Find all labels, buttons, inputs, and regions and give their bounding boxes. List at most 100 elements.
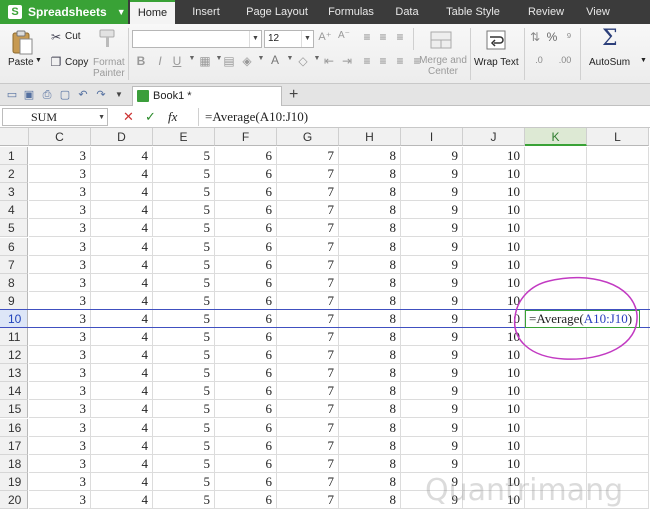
row-header-13[interactable]: 13 xyxy=(0,364,28,383)
chevron-down-icon[interactable]: ▼ xyxy=(185,55,199,62)
cell-g17[interactable]: 7 xyxy=(277,436,339,455)
cell-e11[interactable]: 5 xyxy=(153,328,215,347)
cell-l20[interactable] xyxy=(587,490,649,509)
cell-h11[interactable]: 8 xyxy=(339,328,401,347)
cut-button[interactable]: Cut xyxy=(65,31,81,42)
cell-d18[interactable]: 4 xyxy=(91,454,153,473)
cell-j19[interactable]: 10 xyxy=(463,472,525,491)
cell-j9[interactable]: 10 xyxy=(463,291,525,310)
cell-h12[interactable]: 8 xyxy=(339,346,401,365)
cell-c6[interactable]: 3 xyxy=(29,237,91,256)
underline-button[interactable]: U xyxy=(170,54,184,68)
tab-formulas[interactable]: Formulas xyxy=(317,0,385,24)
format-painter-button[interactable] xyxy=(98,29,116,49)
cell-h6[interactable]: 8 xyxy=(339,237,401,256)
column-header-f[interactable]: F xyxy=(215,128,277,146)
cell-i10[interactable]: 9 xyxy=(401,309,463,328)
wrap-text-button[interactable] xyxy=(486,30,506,50)
bold-button[interactable]: B xyxy=(134,54,148,68)
column-header-c[interactable]: C xyxy=(29,128,91,146)
currency-icon[interactable]: ⇅ xyxy=(528,30,542,44)
cell-c18[interactable]: 3 xyxy=(29,454,91,473)
cell-l7[interactable] xyxy=(587,255,649,274)
cell-h19[interactable]: 8 xyxy=(339,472,401,491)
row-header-17[interactable]: 17 xyxy=(0,436,28,455)
cell-f10[interactable]: 6 xyxy=(215,309,277,328)
cell-g7[interactable]: 7 xyxy=(277,255,339,274)
cell-i18[interactable]: 9 xyxy=(401,454,463,473)
cell-l3[interactable] xyxy=(587,183,649,202)
cell-h15[interactable]: 8 xyxy=(339,400,401,419)
cell-j5[interactable]: 10 xyxy=(463,219,525,238)
cell-c19[interactable]: 3 xyxy=(29,472,91,491)
cell-f18[interactable]: 6 xyxy=(215,454,277,473)
copy-button[interactable]: Copy xyxy=(65,57,88,68)
cell-c10[interactable]: 3 xyxy=(29,309,91,328)
confirm-formula-button[interactable]: ✓ xyxy=(145,109,156,125)
cell-f8[interactable]: 6 xyxy=(215,273,277,292)
cell-e5[interactable]: 5 xyxy=(153,219,215,238)
cell-k8[interactable] xyxy=(525,273,587,292)
row-header-14[interactable]: 14 xyxy=(0,382,28,401)
shrink-font-icon[interactable]: A⁻ xyxy=(337,30,351,41)
column-header-k[interactable]: K xyxy=(525,128,587,146)
cell-g6[interactable]: 7 xyxy=(277,237,339,256)
cell-h14[interactable]: 8 xyxy=(339,382,401,401)
cell-l17[interactable] xyxy=(587,436,649,455)
cell-k9[interactable] xyxy=(525,291,587,310)
column-header-d[interactable]: D xyxy=(91,128,153,146)
column-header-g[interactable]: G xyxy=(277,128,339,146)
cell-c20[interactable]: 3 xyxy=(29,490,91,509)
cell-k20[interactable] xyxy=(525,490,587,509)
row-header-10[interactable]: 10 xyxy=(0,309,28,328)
cell-d10[interactable]: 4 xyxy=(91,309,153,328)
cell-d11[interactable]: 4 xyxy=(91,328,153,347)
cell-i14[interactable]: 9 xyxy=(401,382,463,401)
fill-color-icon[interactable]: ◈ xyxy=(240,54,254,68)
cell-h9[interactable]: 8 xyxy=(339,291,401,310)
row-header-19[interactable]: 19 xyxy=(0,472,28,491)
cancel-formula-button[interactable]: ✕ xyxy=(123,109,134,125)
cell-e15[interactable]: 5 xyxy=(153,400,215,419)
cell-l16[interactable] xyxy=(587,418,649,437)
cell-c1[interactable]: 3 xyxy=(29,147,91,166)
cell-i1[interactable]: 9 xyxy=(401,147,463,166)
row-header-20[interactable]: 20 xyxy=(0,490,28,509)
cell-e13[interactable]: 5 xyxy=(153,364,215,383)
cell-g12[interactable]: 7 xyxy=(277,346,339,365)
cell-e3[interactable]: 5 xyxy=(153,183,215,202)
cell-k4[interactable] xyxy=(525,201,587,220)
grow-font-icon[interactable]: A⁺ xyxy=(318,30,332,43)
cell-d2[interactable]: 4 xyxy=(91,165,153,184)
tab-page-layout[interactable]: Page Layout xyxy=(237,0,317,24)
column-header-e[interactable]: E xyxy=(153,128,215,146)
row-header-2[interactable]: 2 xyxy=(0,165,28,184)
tab-table-style[interactable]: Table Style xyxy=(429,0,517,24)
cell-c4[interactable]: 3 xyxy=(29,201,91,220)
cell-g14[interactable]: 7 xyxy=(277,382,339,401)
cell-j12[interactable]: 10 xyxy=(463,346,525,365)
cell-j7[interactable]: 10 xyxy=(463,255,525,274)
cell-l8[interactable] xyxy=(587,273,649,292)
cell-h7[interactable]: 8 xyxy=(339,255,401,274)
chevron-down-icon[interactable]: ▼ xyxy=(640,57,647,64)
cell-g5[interactable]: 7 xyxy=(277,219,339,238)
cell-l13[interactable] xyxy=(587,364,649,383)
undo-icon[interactable]: ↶ xyxy=(76,88,90,102)
cell-f15[interactable]: 6 xyxy=(215,400,277,419)
cell-j14[interactable]: 10 xyxy=(463,382,525,401)
row-header-1[interactable]: 1 xyxy=(0,147,28,166)
cell-i3[interactable]: 9 xyxy=(401,183,463,202)
document-tab[interactable]: Book1 * xyxy=(132,86,282,106)
cell-j15[interactable]: 10 xyxy=(463,400,525,419)
cell-e18[interactable]: 5 xyxy=(153,454,215,473)
cell-f9[interactable]: 6 xyxy=(215,291,277,310)
merge-center-button[interactable] xyxy=(430,30,452,50)
cell-g13[interactable]: 7 xyxy=(277,364,339,383)
cell-h16[interactable]: 8 xyxy=(339,418,401,437)
print-preview-icon[interactable]: ▢ xyxy=(58,88,72,102)
cell-l18[interactable] xyxy=(587,454,649,473)
cell-c15[interactable]: 3 xyxy=(29,400,91,419)
cell-d9[interactable]: 4 xyxy=(91,291,153,310)
cell-k12[interactable] xyxy=(525,346,587,365)
